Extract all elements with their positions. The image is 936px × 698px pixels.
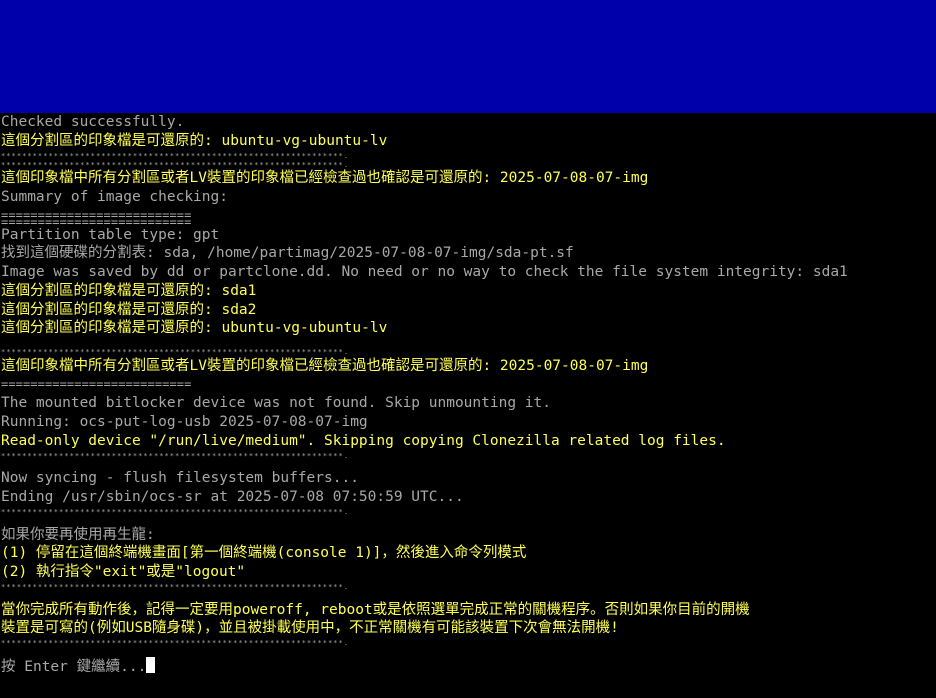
console-line: Ending /usr/sbin/ocs-sr at 2025-07-08 07… xyxy=(1,489,464,505)
console-line: Summary of image checking: xyxy=(1,189,228,205)
separator-equals-text: ========================== xyxy=(1,376,192,391)
console-line: 這個印象檔中所有分割區或者LV裝置的印象檔已經檢查過也確認是可還原的: 2025… xyxy=(1,357,649,374)
console-line: 這個分割區的印象檔是可還原的: ubuntu-vg-ubuntu-lv xyxy=(1,132,388,149)
console-line: 裝置是可寫的(例如USB隨身碟)，並且被掛載使用中，不正常關機有可能該裝置下次會… xyxy=(1,620,619,637)
separator-stars-text: ****************************************… xyxy=(1,582,350,591)
console-line: 找到這個硬碟的分割表: sda, /home/partimag/2025-07-… xyxy=(1,245,574,262)
separator-stars: ****************************************… xyxy=(0,638,936,657)
separator-stars-text: ****************************************… xyxy=(1,160,350,169)
separator-stars: ****************************************… xyxy=(0,151,936,170)
console-line: Checked successfully. xyxy=(1,114,185,130)
console-line: Now syncing - flush filesystem buffers..… xyxy=(1,470,359,487)
console-line: 當你完成所有動作後，記得一定要用poweroff, reboot或是依照選單完成… xyxy=(1,601,750,618)
console-line: 這個分割區的印象檔是可還原的: ubuntu-vg-ubuntu-lv xyxy=(1,320,388,337)
separator-equals: ========================== xyxy=(0,376,936,395)
separator-stars: ****************************************… xyxy=(0,338,936,357)
console-line: The mounted bitlocker device was not fou… xyxy=(1,395,551,412)
console-line: 如果你要再使用再生龍: xyxy=(1,526,155,543)
console-line: Running: ocs-put-log-usb 2025-07-08-07-i… xyxy=(1,414,368,430)
separator-stars: ****************************************… xyxy=(0,507,936,526)
separator-equals-text: ========================== xyxy=(1,214,192,226)
press-enter-prompt: 按 Enter 鍵繼續... xyxy=(1,658,147,675)
console-line: Partition table type: gpt xyxy=(1,226,220,243)
console-line: 這個分割區的印象檔是可還原的: sda1 xyxy=(1,282,257,299)
console-line: (1) 停留在這個終端機畫面[第一個終端機(console 1)]，然後進入命令… xyxy=(1,545,527,562)
separator-equals: ========================== =============… xyxy=(0,207,936,226)
separator-stars-text: ****************************************… xyxy=(1,151,350,160)
console-line: 這個印象檔中所有分割區或者LV裝置的印象檔已經檢查過也確認是可還原的: 2025… xyxy=(1,170,649,187)
separator-stars-text: ****************************************… xyxy=(1,451,350,460)
console-output: Checked successfully. 這個分割區的印象檔是可還原的: ub… xyxy=(0,113,936,698)
text-cursor xyxy=(146,656,156,673)
console-line: 這個分割區的印象檔是可還原的: sda2 xyxy=(1,301,257,318)
separator-stars-text: ****************************************… xyxy=(1,348,350,356)
terminal-screen: Checked successfully. 這個分割區的印象檔是可還原的: ub… xyxy=(0,0,936,698)
separator-stars: ****************************************… xyxy=(0,451,936,470)
console-line: (2) 執行指令"exit"或是"logout" xyxy=(1,564,246,580)
separator-stars-text: ****************************************… xyxy=(1,507,350,516)
separator-stars: ****************************************… xyxy=(0,582,936,601)
console-line: Read-only device "/run/live/medium". Ski… xyxy=(1,432,726,449)
separator-stars-text: ****************************************… xyxy=(1,639,350,647)
prompt-line[interactable]: 按 Enter 鍵繼續... xyxy=(0,656,936,676)
console-line: Image was saved by dd or partclone.dd. N… xyxy=(1,264,848,280)
top-blue-band xyxy=(0,0,936,113)
